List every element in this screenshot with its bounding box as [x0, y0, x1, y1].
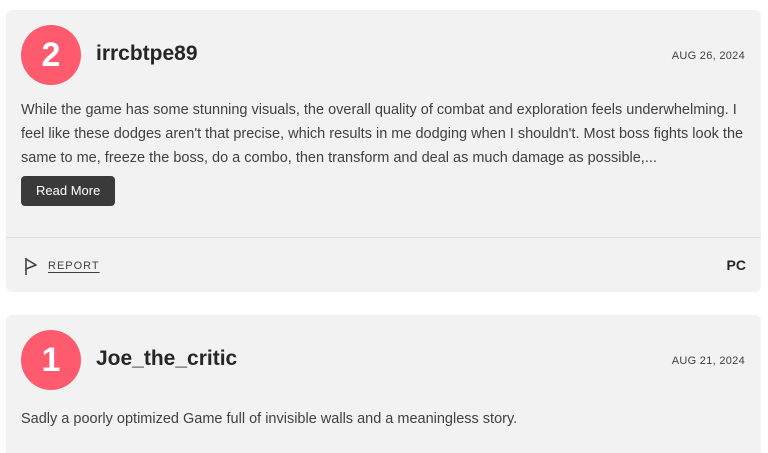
divider: [6, 237, 761, 238]
review-text: While the game has some stunning visuals…: [21, 102, 744, 166]
flag-icon: [25, 258, 37, 275]
review-date: AUG 21, 2024: [671, 355, 745, 367]
report-label: REPORT: [48, 260, 100, 272]
read-more-button[interactable]: Read More: [21, 176, 116, 206]
report-link[interactable]: REPORT: [24, 256, 100, 276]
review-text: Sadly a poorly optimized Game full of in…: [21, 411, 518, 427]
reviewer-username[interactable]: Joe_the_critic: [96, 347, 237, 371]
platform-label: PC: [726, 257, 746, 273]
reviews-list: 2 irrcbtpe89 AUG 26, 2024 While the game…: [0, 0, 768, 453]
score-badge: 2: [21, 25, 81, 85]
review-date: AUG 26, 2024: [671, 50, 745, 62]
review-card: 2 irrcbtpe89 AUG 26, 2024 While the game…: [6, 10, 761, 292]
review-card: 1 Joe_the_critic AUG 21, 2024 Sadly a po…: [6, 315, 761, 453]
score-badge: 1: [21, 330, 81, 390]
reviewer-username[interactable]: irrcbtpe89: [96, 42, 198, 66]
